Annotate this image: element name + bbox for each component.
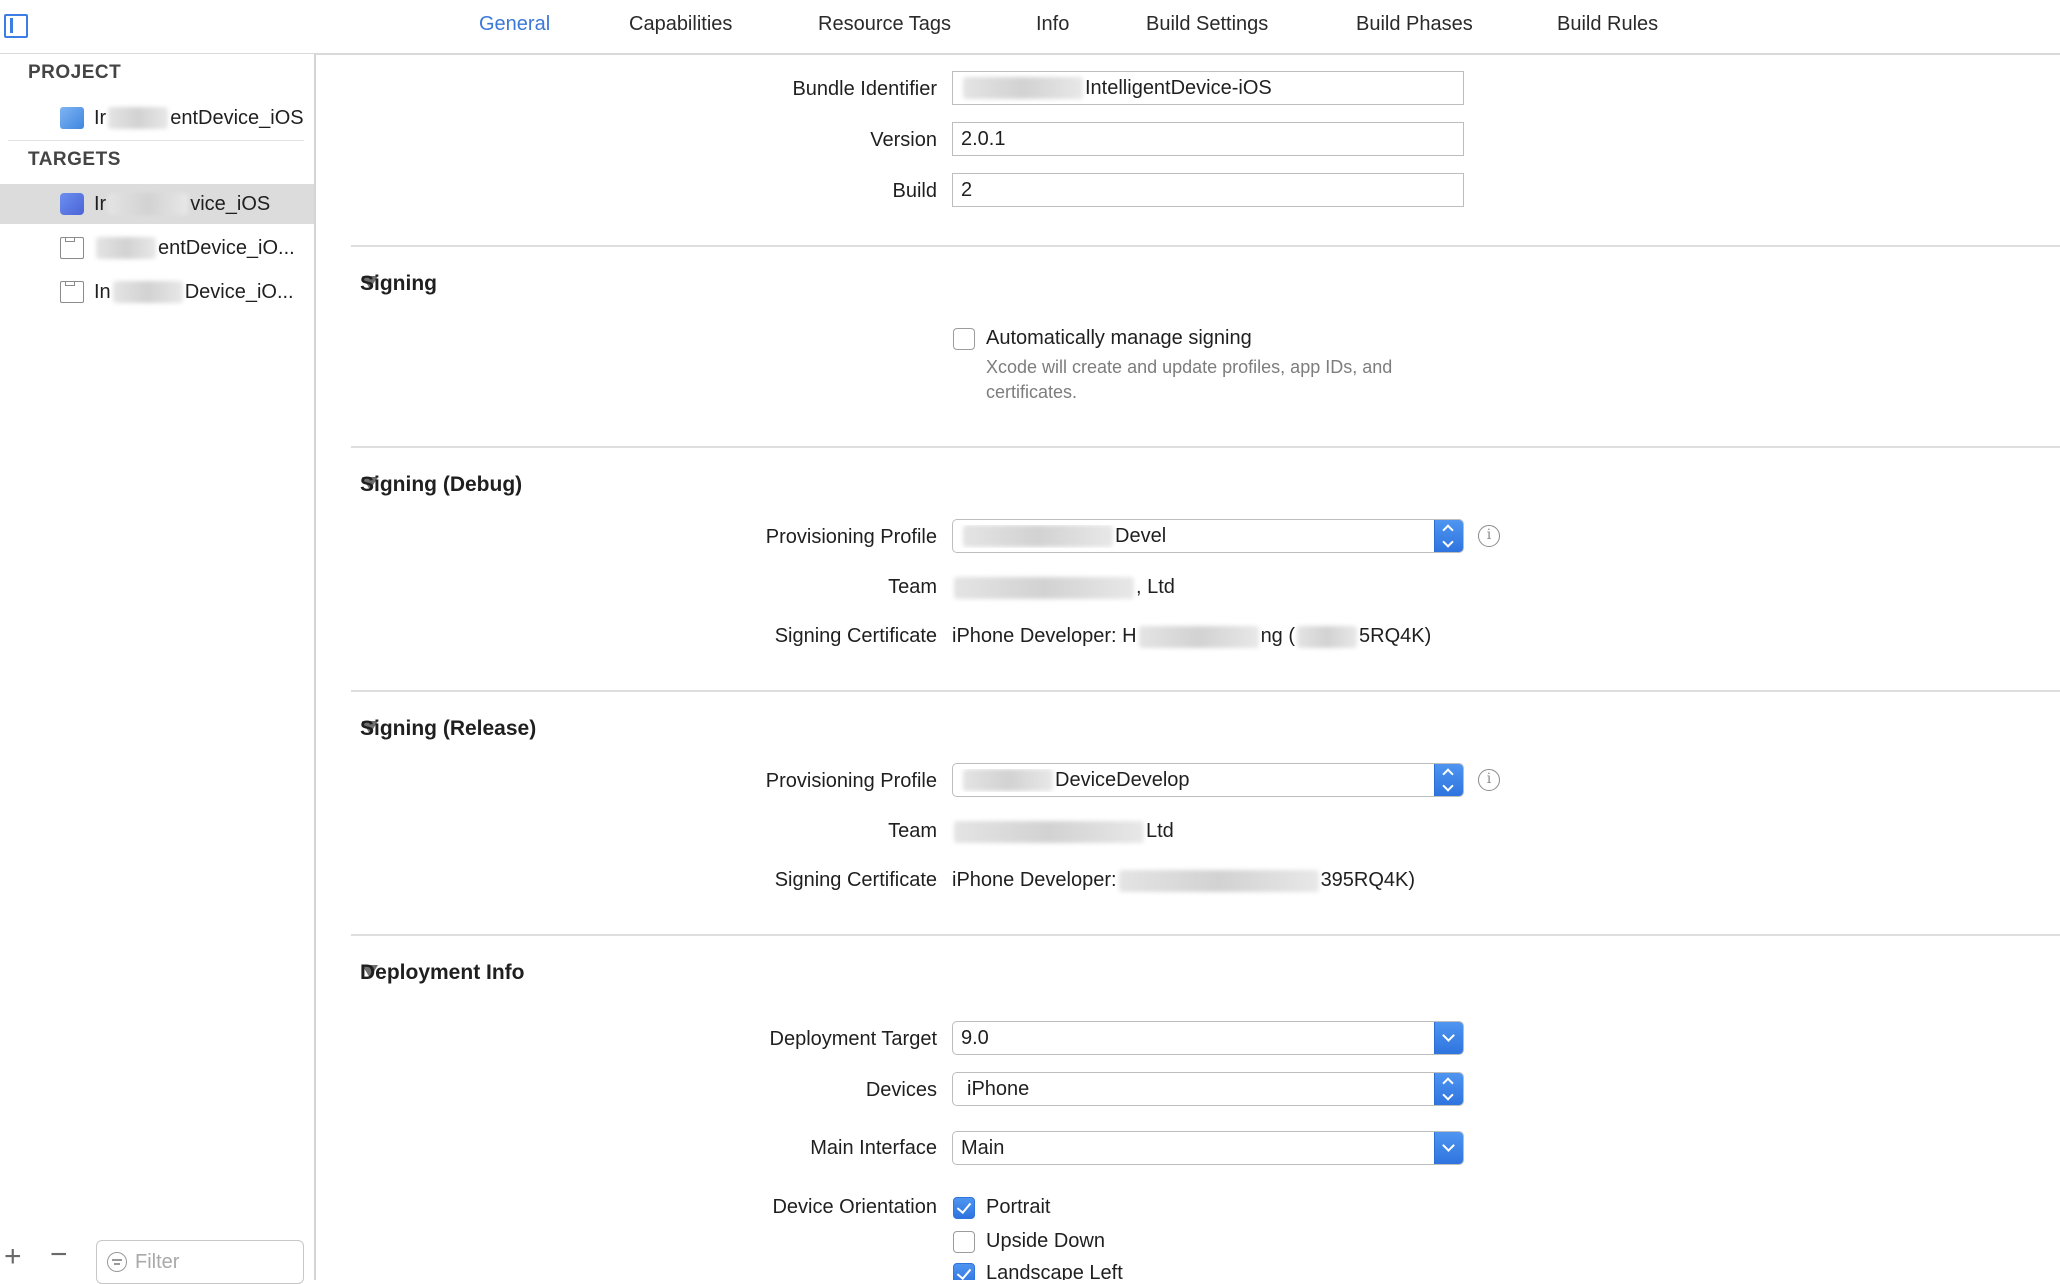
landscape-left-label: Landscape Left bbox=[986, 1262, 1123, 1280]
tab-capabilities[interactable]: Capabilities bbox=[629, 13, 732, 36]
sidebar-footer: + − bbox=[0, 1220, 314, 1284]
general-settings-pane: Bundle Identifier IntelligentDevice-iOS … bbox=[316, 54, 2060, 1280]
debug-provisioning-profile-popup[interactable]: Devel bbox=[952, 519, 1464, 553]
sidebar-item-label: In bbox=[94, 280, 111, 303]
filter-icon bbox=[107, 1252, 127, 1272]
device-orientation-label: Device Orientation bbox=[772, 1196, 937, 1218]
sidebar-item-label: Ir bbox=[94, 106, 107, 129]
sidebar-toggle-icon[interactable] bbox=[4, 14, 28, 38]
release-team-value: Ltd bbox=[952, 820, 1174, 843]
release-signing-certificate-value: iPhone Developer: 395RQ4K) bbox=[952, 869, 1416, 892]
sidebar-item-target-2[interactable]: entDevice_iO... bbox=[0, 228, 314, 268]
signing-release-section-title: Signing (Release) bbox=[360, 717, 537, 740]
app-target-icon bbox=[60, 193, 84, 215]
landscape-left-checkbox[interactable] bbox=[953, 1263, 975, 1280]
deployment-target-combo[interactable]: 9.0 bbox=[952, 1021, 1464, 1055]
debug-team-label: Team bbox=[888, 576, 937, 598]
sidebar-item-target-3[interactable]: In Device_iO... bbox=[0, 272, 314, 312]
tab-build-settings[interactable]: Build Settings bbox=[1146, 13, 1268, 36]
editor-tab-bar: General Capabilities Resource Tags Info … bbox=[0, 0, 2060, 55]
project-navigator-sidebar: PROJECT Ir entDevice_iOS TARGETS Ir vice_i… bbox=[0, 54, 316, 1284]
bundle-identifier-field[interactable]: IntelligentDevice-iOS bbox=[952, 71, 1464, 105]
filter-input[interactable] bbox=[135, 1250, 285, 1274]
bundle-target-icon bbox=[60, 281, 84, 303]
tab-resource-tags[interactable]: Resource Tags bbox=[818, 13, 951, 36]
devices-popup[interactable]: iPhone bbox=[952, 1072, 1464, 1106]
targets-section-header: TARGETS bbox=[28, 149, 121, 170]
tab-build-phases[interactable]: Build Phases bbox=[1356, 13, 1473, 36]
tab-general[interactable]: General bbox=[479, 13, 550, 36]
tab-info[interactable]: Info bbox=[1036, 13, 1069, 36]
popup-stepper-icon bbox=[1434, 520, 1463, 552]
sidebar-item-project[interactable]: Ir entDevice_iOS bbox=[0, 98, 314, 138]
release-provisioning-profile-label: Provisioning Profile bbox=[765, 770, 937, 792]
sidebar-item-label: vice_iOS bbox=[190, 192, 271, 215]
signing-section-title: Signing bbox=[360, 272, 437, 295]
add-button[interactable]: + bbox=[4, 1242, 22, 1272]
tab-build-rules[interactable]: Build Rules bbox=[1557, 13, 1658, 36]
debug-signing-certificate-value: iPhone Developer: Hng (5RQ4K) bbox=[952, 625, 1432, 648]
bundle-identifier-label: Bundle Identifier bbox=[792, 78, 937, 100]
debug-provisioning-profile-label: Provisioning Profile bbox=[765, 526, 937, 548]
deployment-target-label: Deployment Target bbox=[769, 1028, 938, 1050]
remove-button[interactable]: − bbox=[50, 1240, 68, 1270]
filter-field[interactable] bbox=[96, 1240, 304, 1284]
upside-down-checkbox[interactable] bbox=[953, 1231, 975, 1253]
info-icon[interactable]: i bbox=[1478, 769, 1500, 791]
info-icon[interactable]: i bbox=[1478, 525, 1500, 547]
deployment-info-section-title: Deployment Info bbox=[360, 961, 525, 984]
sidebar-item-label: entDevice_iOS bbox=[170, 106, 304, 129]
portrait-checkbox[interactable] bbox=[953, 1197, 975, 1219]
main-interface-combo[interactable]: Main bbox=[952, 1131, 1464, 1165]
auto-manage-signing-help: Xcode will create and update profiles, a… bbox=[986, 357, 1393, 402]
signing-debug-section-title: Signing (Debug) bbox=[360, 473, 523, 496]
build-label: Build bbox=[892, 180, 937, 202]
popup-stepper-icon bbox=[1434, 1073, 1463, 1105]
sidebar-item-target-app[interactable]: Ir vice_iOS bbox=[0, 184, 314, 224]
chevron-down-icon[interactable] bbox=[1434, 1132, 1463, 1164]
auto-manage-signing-label: Automatically manage signing bbox=[986, 327, 1252, 349]
portrait-label: Portrait bbox=[986, 1196, 1051, 1218]
version-label: Version bbox=[870, 129, 937, 151]
version-field[interactable]: 2.0.1 bbox=[952, 122, 1464, 156]
main-interface-label: Main Interface bbox=[810, 1137, 937, 1159]
release-signing-certificate-label: Signing Certificate bbox=[774, 869, 937, 891]
project-file-icon bbox=[60, 107, 84, 129]
build-field[interactable]: 2 bbox=[952, 173, 1464, 207]
debug-team-value: , Ltd bbox=[952, 576, 1175, 599]
release-provisioning-profile-popup[interactable]: DeviceDevelop bbox=[952, 763, 1464, 797]
debug-signing-certificate-label: Signing Certificate bbox=[774, 625, 937, 647]
sidebar-item-label: entDevice_iO... bbox=[158, 236, 295, 259]
release-team-label: Team bbox=[888, 820, 937, 842]
chevron-down-icon[interactable] bbox=[1434, 1022, 1463, 1054]
popup-stepper-icon bbox=[1434, 764, 1463, 796]
sidebar-item-label: Ir bbox=[94, 192, 107, 215]
auto-manage-signing-checkbox[interactable] bbox=[953, 328, 975, 350]
project-section-header: PROJECT bbox=[28, 62, 122, 83]
bundle-target-icon bbox=[60, 237, 84, 259]
upside-down-label: Upside Down bbox=[986, 1230, 1105, 1252]
devices-label: Devices bbox=[865, 1079, 937, 1101]
sidebar-item-label: Device_iO... bbox=[184, 280, 294, 303]
